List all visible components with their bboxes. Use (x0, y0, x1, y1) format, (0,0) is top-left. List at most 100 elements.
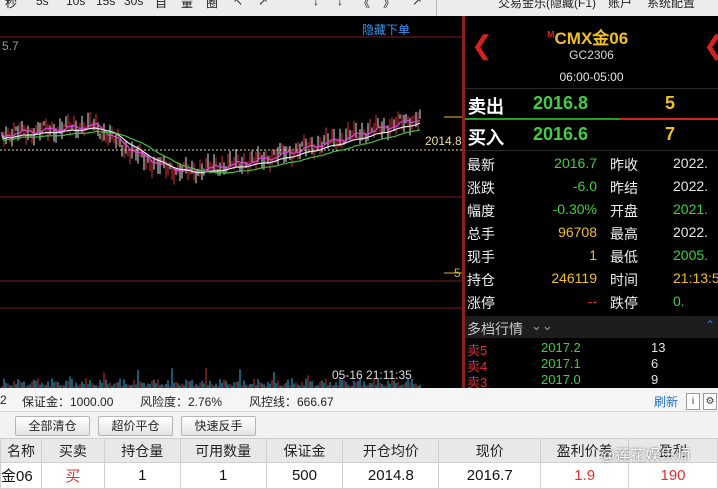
quote-stat-value: 246119 (551, 270, 597, 286)
price-chart[interactable]: 隐藏下单 5.7 2014.8 5 05-16 21:11:35 (0, 16, 462, 388)
table-row[interactable]: 金06 买 1 1 500 2014.8 2016.7 1.9 190 (0, 462, 718, 489)
reference-price-label: 2014.8 (425, 134, 462, 148)
ma-line-long (1, 129, 421, 174)
quote-stat-row: 持仓 246119 时间 21:13:5 (465, 267, 718, 290)
quote-stat-label: 涨跌 (467, 180, 495, 196)
quote-stat-row: 现手 1 最低 2005. (465, 244, 718, 267)
account-menu[interactable]: 账户 (608, 0, 632, 11)
sell-price: 2016.8 (533, 93, 589, 113)
depth-volume: 13 (651, 340, 666, 355)
quote-stat-value: 2005. (673, 247, 709, 263)
settings-icon[interactable]: ⚙ (703, 393, 717, 410)
col-avail[interactable]: 可用数量 (179, 438, 267, 463)
toolbar-item-second[interactable]: 秒 (5, 0, 17, 11)
quote-stat-value: 2022. (673, 178, 709, 194)
cell-margin: 500 (265, 462, 344, 489)
sell-row[interactable]: 卖出 2016.8 5 (465, 89, 718, 119)
quote-panel: ❮ ❮ MCMX金06 GC2306 06:00-05:00 卖出 2016.8… (465, 16, 718, 388)
toolbar-item-custom[interactable]: 自 (155, 0, 167, 11)
cell-side: 买 (40, 462, 105, 489)
draw-line-icon[interactable]: ↗ (412, 0, 422, 8)
depth-volume: 9 (651, 372, 659, 387)
contract-code: GC2306 (569, 48, 614, 62)
quote-stat-row: 涨停 -- 跌停 0. (465, 290, 718, 313)
quote-stat-row: 幅度 -0.30% 开盘 2021. (465, 198, 718, 221)
quote-stat-value: -- (587, 293, 597, 309)
buy-volume: 7 (665, 124, 676, 144)
quote-stat-label: 涨停 (467, 295, 495, 311)
toolbar-item-15s[interactable]: 15s (96, 0, 115, 8)
arrow-down-alt-icon[interactable]: ↓ (337, 0, 343, 8)
candlestick-chart[interactable] (0, 16, 462, 388)
action-buttons: 全部清仓 超价平仓 快速反手 (0, 413, 718, 438)
cell-open-price: 2014.8 (342, 462, 440, 489)
divider (465, 150, 718, 151)
contract-title: MCMX金06 (547, 24, 628, 49)
account-index: 2 (0, 393, 7, 407)
quote-stat-label: 时间 (610, 272, 638, 288)
depth-price: 2017.0 (541, 372, 581, 387)
quote-stat-value: 2022. (673, 224, 709, 240)
double-chevron-down-icon[interactable]: ⌄⌄ (531, 318, 553, 334)
system-settings-menu[interactable]: 系统配置 (647, 0, 695, 11)
cell-name: 金06 (0, 462, 42, 489)
depth-header[interactable]: 多档行情 ⌄⌄ ⌃ (465, 316, 718, 338)
buy-row[interactable]: 买入 2016.6 7 (465, 120, 718, 150)
toolbar-item-30s[interactable]: 30s (124, 0, 143, 8)
hide-order-link[interactable]: 隐藏下单 (362, 21, 410, 38)
col-qty[interactable]: 持仓量 (103, 438, 181, 463)
over-price-close-button[interactable]: 超价平仓 (98, 416, 173, 436)
refresh-link[interactable]: 刷新 (654, 393, 678, 410)
double-right-icon[interactable]: 》 (383, 0, 395, 11)
cell-avail: 1 (179, 462, 267, 489)
trading-hours: 06:00-05:00 (559, 70, 624, 84)
arrow-up-left-icon[interactable]: ↖ (233, 0, 243, 8)
toolbar-item-circle[interactable]: 圈 (206, 0, 218, 11)
axis-top-value: 5.7 (2, 39, 19, 53)
buy-price: 2016.6 (533, 124, 589, 144)
depth-price: 2017.2 (541, 340, 581, 355)
col-side[interactable]: 买卖 (40, 438, 105, 463)
quote-stat-value: -0.30% (552, 201, 597, 217)
col-name[interactable]: 名称 (0, 438, 42, 463)
quote-stat-row: 最新 2016.7 昨收 2022. (465, 152, 718, 175)
watermark: @莲花娱乐师 (600, 447, 691, 464)
cell-diff: 1.9 (540, 462, 630, 489)
arrow-down-icon[interactable]: ↓ (313, 0, 319, 8)
chevron-up-icon[interactable]: ⌃ (705, 318, 715, 332)
quote-stat-label: 幅度 (467, 203, 495, 219)
col-margin[interactable]: 保证金 (265, 438, 344, 463)
quote-stat-label: 最新 (467, 157, 495, 173)
quote-stat-row: 总手 96708 最高 2022. (465, 221, 718, 244)
depth-title: 多档行情 (467, 321, 523, 337)
col-price[interactable]: 现价 (438, 438, 542, 463)
cell-qty: 1 (103, 462, 181, 489)
toolbar-item-10s[interactable]: 10s (66, 0, 85, 8)
sell-volume: 5 (665, 93, 676, 113)
close-all-button[interactable]: 全部清仓 (15, 416, 90, 436)
quote-stat-label: 昨收 (610, 157, 638, 173)
cell-profit: 190 (628, 462, 718, 489)
quote-stat-value: 2021. (673, 201, 709, 217)
quick-reverse-button[interactable]: 快速反手 (181, 416, 256, 436)
quote-stat-value: 2022. (673, 155, 709, 171)
depth-row[interactable]: 卖3 2017.0 9 (465, 371, 718, 388)
quote-stat-label: 现手 (467, 249, 495, 265)
cell-price: 2016.7 (438, 462, 542, 489)
depth-level: 卖3 (467, 375, 488, 388)
toolbar-item-5s[interactable]: 5s (36, 0, 49, 8)
quote-stat-value: 1 (589, 247, 597, 263)
double-left-icon[interactable]: 《 (358, 0, 370, 11)
depth-volume: 6 (651, 356, 659, 371)
quote-stat-value: 0. (673, 293, 685, 309)
sell-label: 卖出 (468, 97, 504, 117)
info-icon[interactable]: i (686, 393, 700, 410)
depth-row[interactable]: 卖5 2017.2 13 (465, 339, 718, 358)
hide-trade-menu[interactable]: 交易金乐(隐藏(F1) (498, 0, 596, 11)
quote-stat-label: 开盘 (610, 203, 638, 219)
col-open-price[interactable]: 开仓均价 (342, 438, 440, 463)
arrow-up-right-icon[interactable]: ↗ (258, 0, 268, 8)
risk-label: 风险度：2.76% (140, 395, 223, 409)
depth-row[interactable]: 卖4 2017.1 6 (465, 355, 718, 374)
toolbar-item-volume[interactable]: 量 (181, 0, 193, 11)
